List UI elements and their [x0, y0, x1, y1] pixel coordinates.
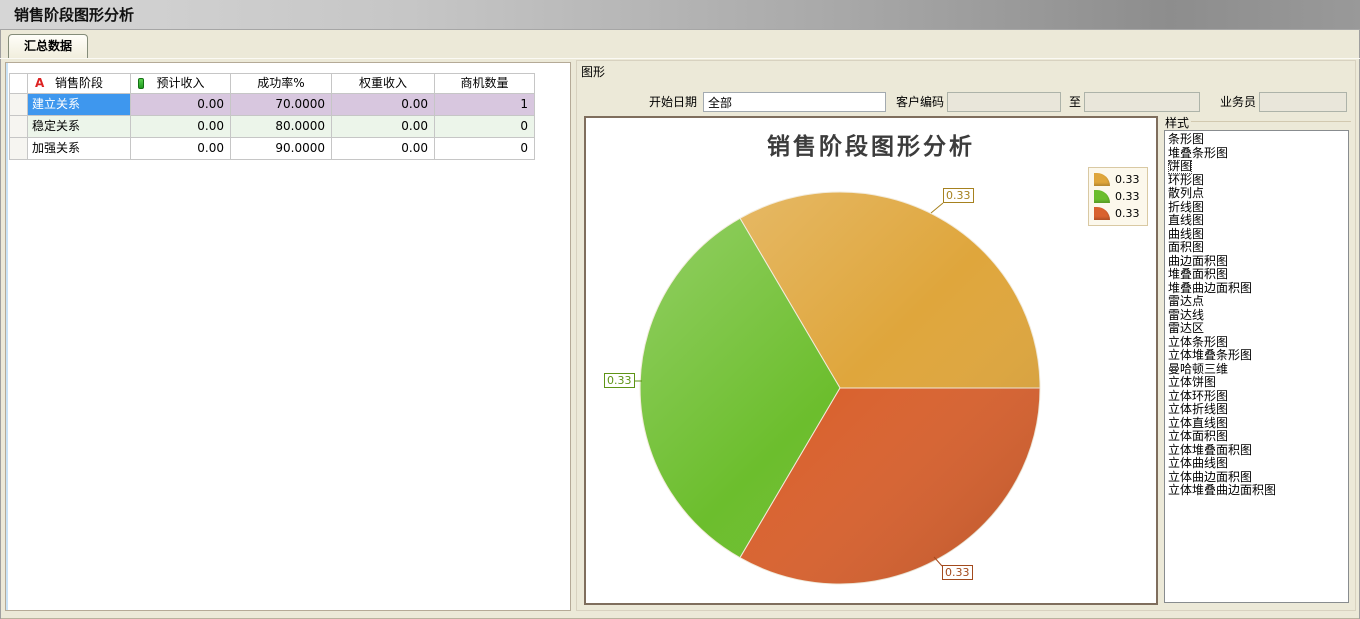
style-option[interactable]: 立体堆叠面积图	[1168, 444, 1252, 458]
pie-slice-label: 0.33	[943, 188, 974, 203]
pie-chart	[586, 118, 1156, 603]
column-header-stage[interactable]: A 销售阶段	[28, 74, 131, 94]
style-option[interactable]: 立体环形图	[1168, 390, 1228, 404]
style-option[interactable]: 曲边面积图	[1168, 255, 1228, 269]
style-option[interactable]: 雷达区	[1168, 322, 1204, 336]
opportunities-cell[interactable]: 0	[435, 116, 535, 138]
customer-code-input[interactable]	[947, 92, 1061, 112]
stage-cell[interactable]: 建立关系	[28, 94, 131, 116]
chart-legend: 0.33 0.33 0.33	[1088, 167, 1148, 226]
tab-summary-data[interactable]: 汇总数据	[8, 34, 88, 58]
legend-entry: 0.33	[1094, 188, 1147, 205]
style-option[interactable]: 曼哈顿三维	[1168, 363, 1228, 377]
row-indicator-header	[10, 74, 28, 94]
salesman-input[interactable]	[1259, 92, 1347, 112]
style-option[interactable]: 条形图	[1168, 133, 1204, 147]
tab-strip: 汇总数据	[0, 30, 1360, 58]
pie-slice-label: 0.33	[604, 373, 635, 388]
to-label: 至	[1063, 92, 1081, 112]
chart-box: 销售阶段图形分析 0.33 0.33 0.33 0.33 0.33 0.33	[584, 116, 1158, 605]
style-option[interactable]: 雷达点	[1168, 295, 1204, 309]
success-rate-cell[interactable]: 70.0000	[231, 94, 332, 116]
column-header-success-rate[interactable]: 成功率%	[231, 74, 332, 94]
weighted-income-cell[interactable]: 0.00	[332, 94, 435, 116]
style-option[interactable]: 立体堆叠条形图	[1168, 349, 1252, 363]
graph-panel: 图形 开始日期 客户编码 至 业务员 销售阶段图形分析 0.33	[576, 60, 1356, 611]
to-input[interactable]	[1084, 92, 1200, 112]
legend-swatch-icon	[1094, 173, 1110, 186]
table-row[interactable]: 加强关系 0.00 90.0000 0.00 0	[10, 138, 535, 160]
opportunities-cell[interactable]: 1	[435, 94, 535, 116]
style-option[interactable]: 立体直线图	[1168, 417, 1228, 431]
style-option[interactable]: 堆叠条形图	[1168, 147, 1228, 161]
style-option[interactable]: 面积图	[1168, 241, 1204, 255]
window-title: 销售阶段图形分析	[14, 0, 134, 30]
opportunities-cell[interactable]: 0	[435, 138, 535, 160]
legend-swatch-icon	[1094, 190, 1110, 203]
success-rate-cell[interactable]: 90.0000	[231, 138, 332, 160]
expected-income-cell[interactable]: 0.00	[131, 138, 231, 160]
callout-line	[931, 203, 943, 213]
salesman-label: 业务员	[1210, 92, 1256, 112]
style-option[interactable]: 立体曲线图	[1168, 457, 1228, 471]
chart-title: 销售阶段图形分析	[586, 127, 1156, 161]
style-option[interactable]: 立体折线图	[1168, 403, 1228, 417]
title-bar: 销售阶段图形分析	[0, 0, 1360, 30]
success-rate-cell[interactable]: 80.0000	[231, 116, 332, 138]
legend-entry: 0.33	[1094, 171, 1147, 188]
row-indicator[interactable]	[10, 94, 28, 116]
table-row[interactable]: 建立关系 0.00 70.0000 0.00 1	[10, 94, 535, 116]
column-header-weighted-income[interactable]: 权重收入	[332, 74, 435, 94]
green-bar-icon	[138, 78, 144, 89]
legend-swatch-icon	[1094, 207, 1110, 220]
style-option[interactable]: 立体条形图	[1168, 336, 1228, 350]
style-option[interactable]: 环形图	[1168, 174, 1204, 188]
style-option[interactable]: 立体面积图	[1168, 430, 1228, 444]
style-option[interactable]: 立体堆叠曲边面积图	[1168, 484, 1276, 498]
expected-income-cell[interactable]: 0.00	[131, 94, 231, 116]
stage-cell[interactable]: 稳定关系	[28, 116, 131, 138]
style-option[interactable]: 立体曲边面积图	[1168, 471, 1252, 485]
start-date-input[interactable]	[703, 92, 886, 112]
style-option[interactable]: 堆叠曲边面积图	[1168, 282, 1252, 296]
stage-cell[interactable]: 加强关系	[28, 138, 131, 160]
style-option[interactable]: 立体饼图	[1168, 376, 1216, 390]
style-option[interactable]: 散列点	[1168, 187, 1204, 201]
style-group-label: 样式	[1165, 114, 1189, 131]
style-option[interactable]: 雷达线	[1168, 309, 1204, 323]
weighted-income-cell[interactable]: 0.00	[332, 138, 435, 160]
tab-strip-divider	[0, 58, 1360, 59]
style-option[interactable]: 折线图	[1168, 201, 1204, 215]
column-header-expected-income[interactable]: 预计收入	[131, 74, 231, 94]
pie-slice-label: 0.33	[942, 565, 973, 580]
style-list[interactable]: 条形图堆叠条形图饼图环形图散列点折线图直线图曲线图面积图曲边面积图堆叠面积图堆叠…	[1164, 130, 1349, 603]
style-group-line	[1191, 121, 1351, 122]
table-header-row: A 销售阶段 预计收入 成功率% 权重收入 商机数量	[10, 74, 535, 94]
weighted-income-cell[interactable]: 0.00	[332, 116, 435, 138]
graph-panel-label: 图形	[581, 63, 605, 80]
row-indicator[interactable]	[10, 138, 28, 160]
style-option[interactable]: 饼图	[1168, 160, 1192, 174]
style-option[interactable]: 堆叠面积图	[1168, 268, 1228, 282]
expected-income-cell[interactable]: 0.00	[131, 116, 231, 138]
summary-table: A 销售阶段 预计收入 成功率% 权重收入 商机数量 建立关系 0.00 70.…	[9, 73, 535, 160]
summary-panel: A 销售阶段 预计收入 成功率% 权重收入 商机数量 建立关系 0.00 70.…	[5, 62, 571, 611]
legend-entry: 0.33	[1094, 205, 1147, 222]
pie-shading-overlay	[640, 192, 1040, 584]
start-date-label: 开始日期	[627, 92, 697, 112]
style-option[interactable]: 直线图	[1168, 214, 1204, 228]
table-row[interactable]: 稳定关系 0.00 80.0000 0.00 0	[10, 116, 535, 138]
column-header-opportunities[interactable]: 商机数量	[435, 74, 535, 94]
sort-letter-icon: A	[35, 74, 44, 93]
style-option[interactable]: 曲线图	[1168, 228, 1204, 242]
row-indicator[interactable]	[10, 116, 28, 138]
customer-code-label: 客户编码	[878, 92, 944, 112]
